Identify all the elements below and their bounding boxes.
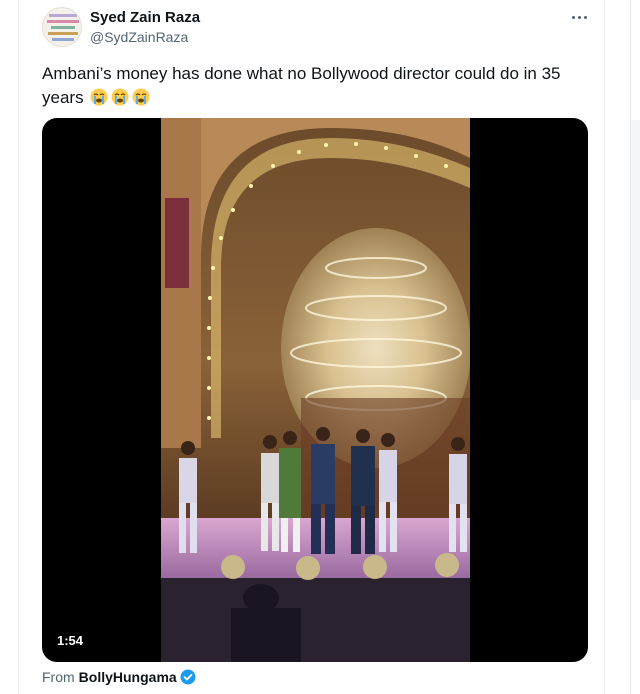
loudly-crying-face-icon [111,88,129,106]
verified-badge-icon [180,669,196,685]
divider-right [604,0,605,694]
video-thumbnail[interactable] [161,118,470,662]
emoji-group [90,88,153,106]
author-handle[interactable]: @SydZainRaza [90,29,188,45]
tweet-text: Ambani’s money has done what no Bollywoo… [42,62,582,110]
media-attribution: From BollyHungama [42,669,196,685]
author-name[interactable]: Syed Zain Raza [90,9,200,26]
avatar[interactable] [42,7,82,47]
scrollbar-track [631,120,640,400]
tweet-page: Syed Zain Raza @SydZainRaza Ambani’s mon… [0,0,640,694]
loudly-crying-face-icon [132,88,150,106]
loudly-crying-face-icon [90,88,108,106]
source-account-link[interactable]: BollyHungama [79,669,177,685]
from-label: From [42,669,75,685]
divider-left [18,0,19,694]
video-duration: 1:54 [57,633,84,648]
more-options-icon[interactable] [568,7,590,27]
video-player[interactable]: 1:54 [42,118,588,662]
